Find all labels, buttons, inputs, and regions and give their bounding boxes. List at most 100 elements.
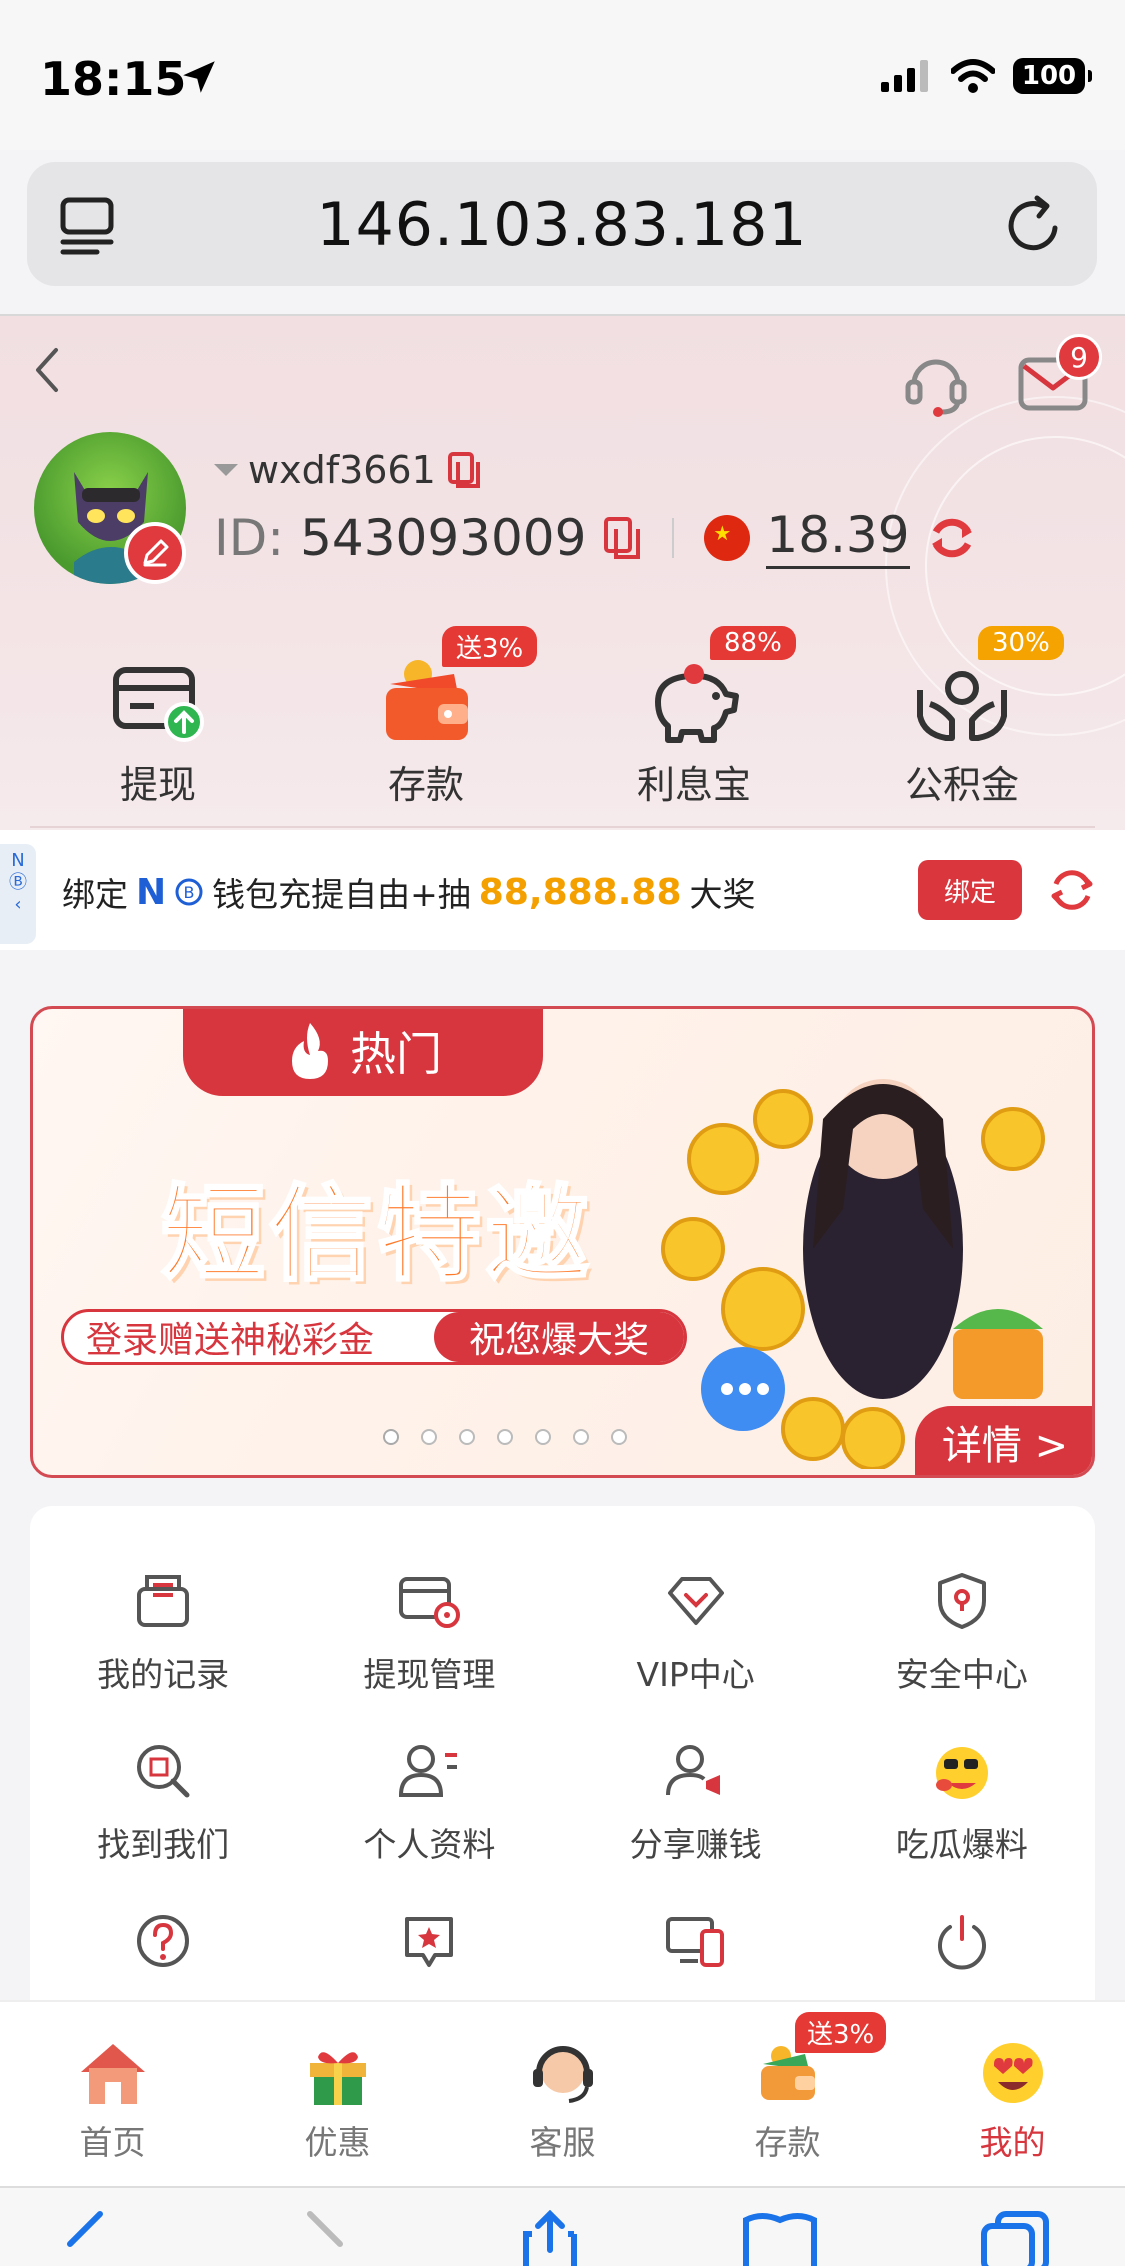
tab-label: 客服 — [529, 2123, 596, 2162]
tab-deposit[interactable]: 送3% 存款 — [675, 2002, 900, 2186]
quick-fund[interactable]: 30% 公积金 — [828, 626, 1096, 809]
status-bar: 18:15 100 — [0, 0, 1125, 150]
banner-title: 短信特邀 — [159, 1172, 594, 1297]
quick-label: 提现 — [119, 763, 196, 807]
banner-hot-tab: 热门 — [183, 1009, 543, 1096]
share-icon[interactable] — [520, 2210, 580, 2266]
bind-text: 钱包充提自由+抽 — [212, 875, 471, 914]
copy-icon[interactable] — [446, 450, 482, 490]
banner-subtitle: 登录赠送神秘彩金 祝您爆大奖 — [61, 1309, 687, 1365]
share-icon — [665, 1745, 720, 1796]
wallet-icon — [386, 660, 468, 740]
piggy-bank-icon — [655, 664, 739, 743]
tab-support[interactable]: 客服 — [450, 2002, 675, 2186]
withdraw-icon — [113, 667, 204, 742]
vip-icon — [667, 1577, 724, 1625]
home-icon — [80, 2044, 145, 2104]
menu-grid: 我的记录 提现管理 VIP中心 安全中心 找到我们 个人资料 分享赚钱 吃瓜爆料 — [30, 1506, 1095, 1988]
menu-security-center[interactable]: 安全中心 — [829, 1566, 1095, 1696]
menu-withdraw-manage[interactable]: 提现管理 — [296, 1566, 562, 1696]
caret-down-icon[interactable] — [214, 464, 238, 476]
menu-profile[interactable]: 个人资料 — [296, 1736, 562, 1866]
carousel-dot[interactable] — [421, 1429, 437, 1445]
tab-label: 存款 — [754, 2123, 821, 2162]
star-chat-icon — [405, 1917, 454, 1967]
support-icon — [532, 2046, 593, 2103]
refresh-balance-icon[interactable] — [926, 512, 978, 564]
id-balance-row: ID: 543093009 18.39 — [214, 506, 978, 569]
bind-amount: 88,888.88 — [478, 871, 682, 913]
devices-icon — [665, 1917, 724, 1967]
carousel-dot[interactable] — [573, 1429, 589, 1445]
tab-badge: 送3% — [795, 2012, 887, 2053]
quick-interest[interactable]: 88% 利息宝 — [560, 626, 828, 809]
tab-promotions[interactable]: 优惠 — [225, 2002, 450, 2186]
id-label: ID: — [214, 508, 285, 567]
tabs-icon[interactable] — [980, 2210, 1050, 2266]
carousel-dot[interactable] — [459, 1429, 475, 1445]
browser-forward-icon[interactable] — [300, 2210, 350, 2266]
tab-label: 优惠 — [304, 2123, 371, 2162]
tab-mine[interactable]: 我的 — [900, 2002, 1125, 2186]
bind-wallet-bar: N Ⓑ ‹ 绑定 N B 钱包充提自由+抽 88,888.88 大奖 绑定 — [0, 830, 1125, 950]
promo-banner[interactable]: 热门 短信特邀 登录赠送神秘彩金 祝您爆大奖 详情 > — [30, 1006, 1095, 1478]
carousel-dots[interactable] — [383, 1429, 627, 1445]
quick-deposit[interactable]: 送3% 存款 — [292, 626, 560, 809]
quick-label: 存款 — [387, 763, 464, 807]
carousel-dot[interactable] — [383, 1429, 399, 1445]
edit-avatar-button[interactable] — [124, 522, 186, 584]
url-text[interactable]: 146.103.83.181 — [27, 190, 1097, 260]
browser-toolbar — [0, 2186, 1125, 2266]
bottom-tab-bar: 首页 优惠 客服 送3% 存款 我的 — [0, 2000, 1125, 2186]
carousel-dot[interactable] — [497, 1429, 513, 1445]
side-coin-icon: Ⓑ — [9, 872, 27, 893]
user-id: 543093009 — [300, 508, 587, 567]
carousel-dot[interactable] — [611, 1429, 627, 1445]
quick-label: 公积金 — [904, 763, 1019, 807]
banner-pill-left: 登录赠送神秘彩金 — [86, 1320, 375, 1361]
menu-find-us[interactable]: 找到我们 — [30, 1736, 296, 1866]
status-time: 18:15 — [40, 52, 187, 106]
menu-logout[interactable] — [829, 1906, 1095, 1988]
bind-prefix: 绑定 — [62, 875, 128, 914]
divider — [30, 826, 1095, 828]
headset-icon[interactable] — [900, 346, 972, 418]
banner-detail-button[interactable]: 详情 > — [915, 1406, 1092, 1475]
menu-card: 我的记录 提现管理 VIP中心 安全中心 找到我们 个人资料 分享赚钱 吃瓜爆料 — [30, 1506, 1095, 2026]
menu-share-earn[interactable]: 分享赚钱 — [563, 1736, 829, 1866]
menu-my-records[interactable]: 我的记录 — [30, 1566, 296, 1696]
menu-gossip[interactable]: 吃瓜爆料 — [829, 1736, 1095, 1866]
menu-vip-center[interactable]: VIP中心 — [563, 1566, 829, 1696]
menu-help[interactable] — [30, 1906, 296, 1988]
carousel-dot[interactable] — [535, 1429, 551, 1445]
bind-button[interactable]: 绑定 — [918, 860, 1022, 920]
menu-label: VIP中心 — [636, 1655, 755, 1694]
quick-withdraw[interactable]: 提现 — [24, 634, 292, 809]
back-arrow-icon[interactable] — [30, 340, 64, 400]
url-bar[interactable]: 146.103.83.181 — [27, 162, 1097, 286]
power-icon — [937, 1915, 986, 1970]
menu-label: 找到我们 — [97, 1825, 230, 1864]
reload-icon[interactable] — [1003, 194, 1067, 258]
bookmarks-icon[interactable] — [740, 2210, 820, 2266]
fund-hands-icon — [917, 671, 1007, 741]
menu-devices[interactable] — [563, 1906, 829, 1988]
menu-favorites[interactable] — [296, 1906, 562, 1988]
svg-text:B: B — [184, 883, 195, 902]
mail-badge: 9 — [1056, 334, 1102, 380]
emoji-icon — [935, 1747, 988, 1799]
side-drawer-handle[interactable]: N Ⓑ ‹ — [0, 844, 36, 944]
quick-badge: 送3% — [442, 626, 538, 667]
tab-home[interactable]: 首页 — [0, 2002, 225, 2186]
menu-label: 安全中心 — [895, 1655, 1028, 1694]
gift-icon — [309, 2052, 366, 2105]
menu-label: 个人资料 — [363, 1825, 496, 1864]
tab-label: 我的 — [979, 2123, 1046, 2162]
copy-id-icon[interactable] — [602, 515, 642, 561]
browser-back-icon[interactable] — [60, 2210, 110, 2266]
quick-badge: 88% — [710, 626, 796, 660]
username-row: wxdf3661 — [214, 448, 482, 492]
tab-label: 首页 — [79, 2123, 146, 2162]
refresh-icon[interactable] — [1048, 866, 1096, 914]
menu-label: 提现管理 — [363, 1655, 496, 1694]
